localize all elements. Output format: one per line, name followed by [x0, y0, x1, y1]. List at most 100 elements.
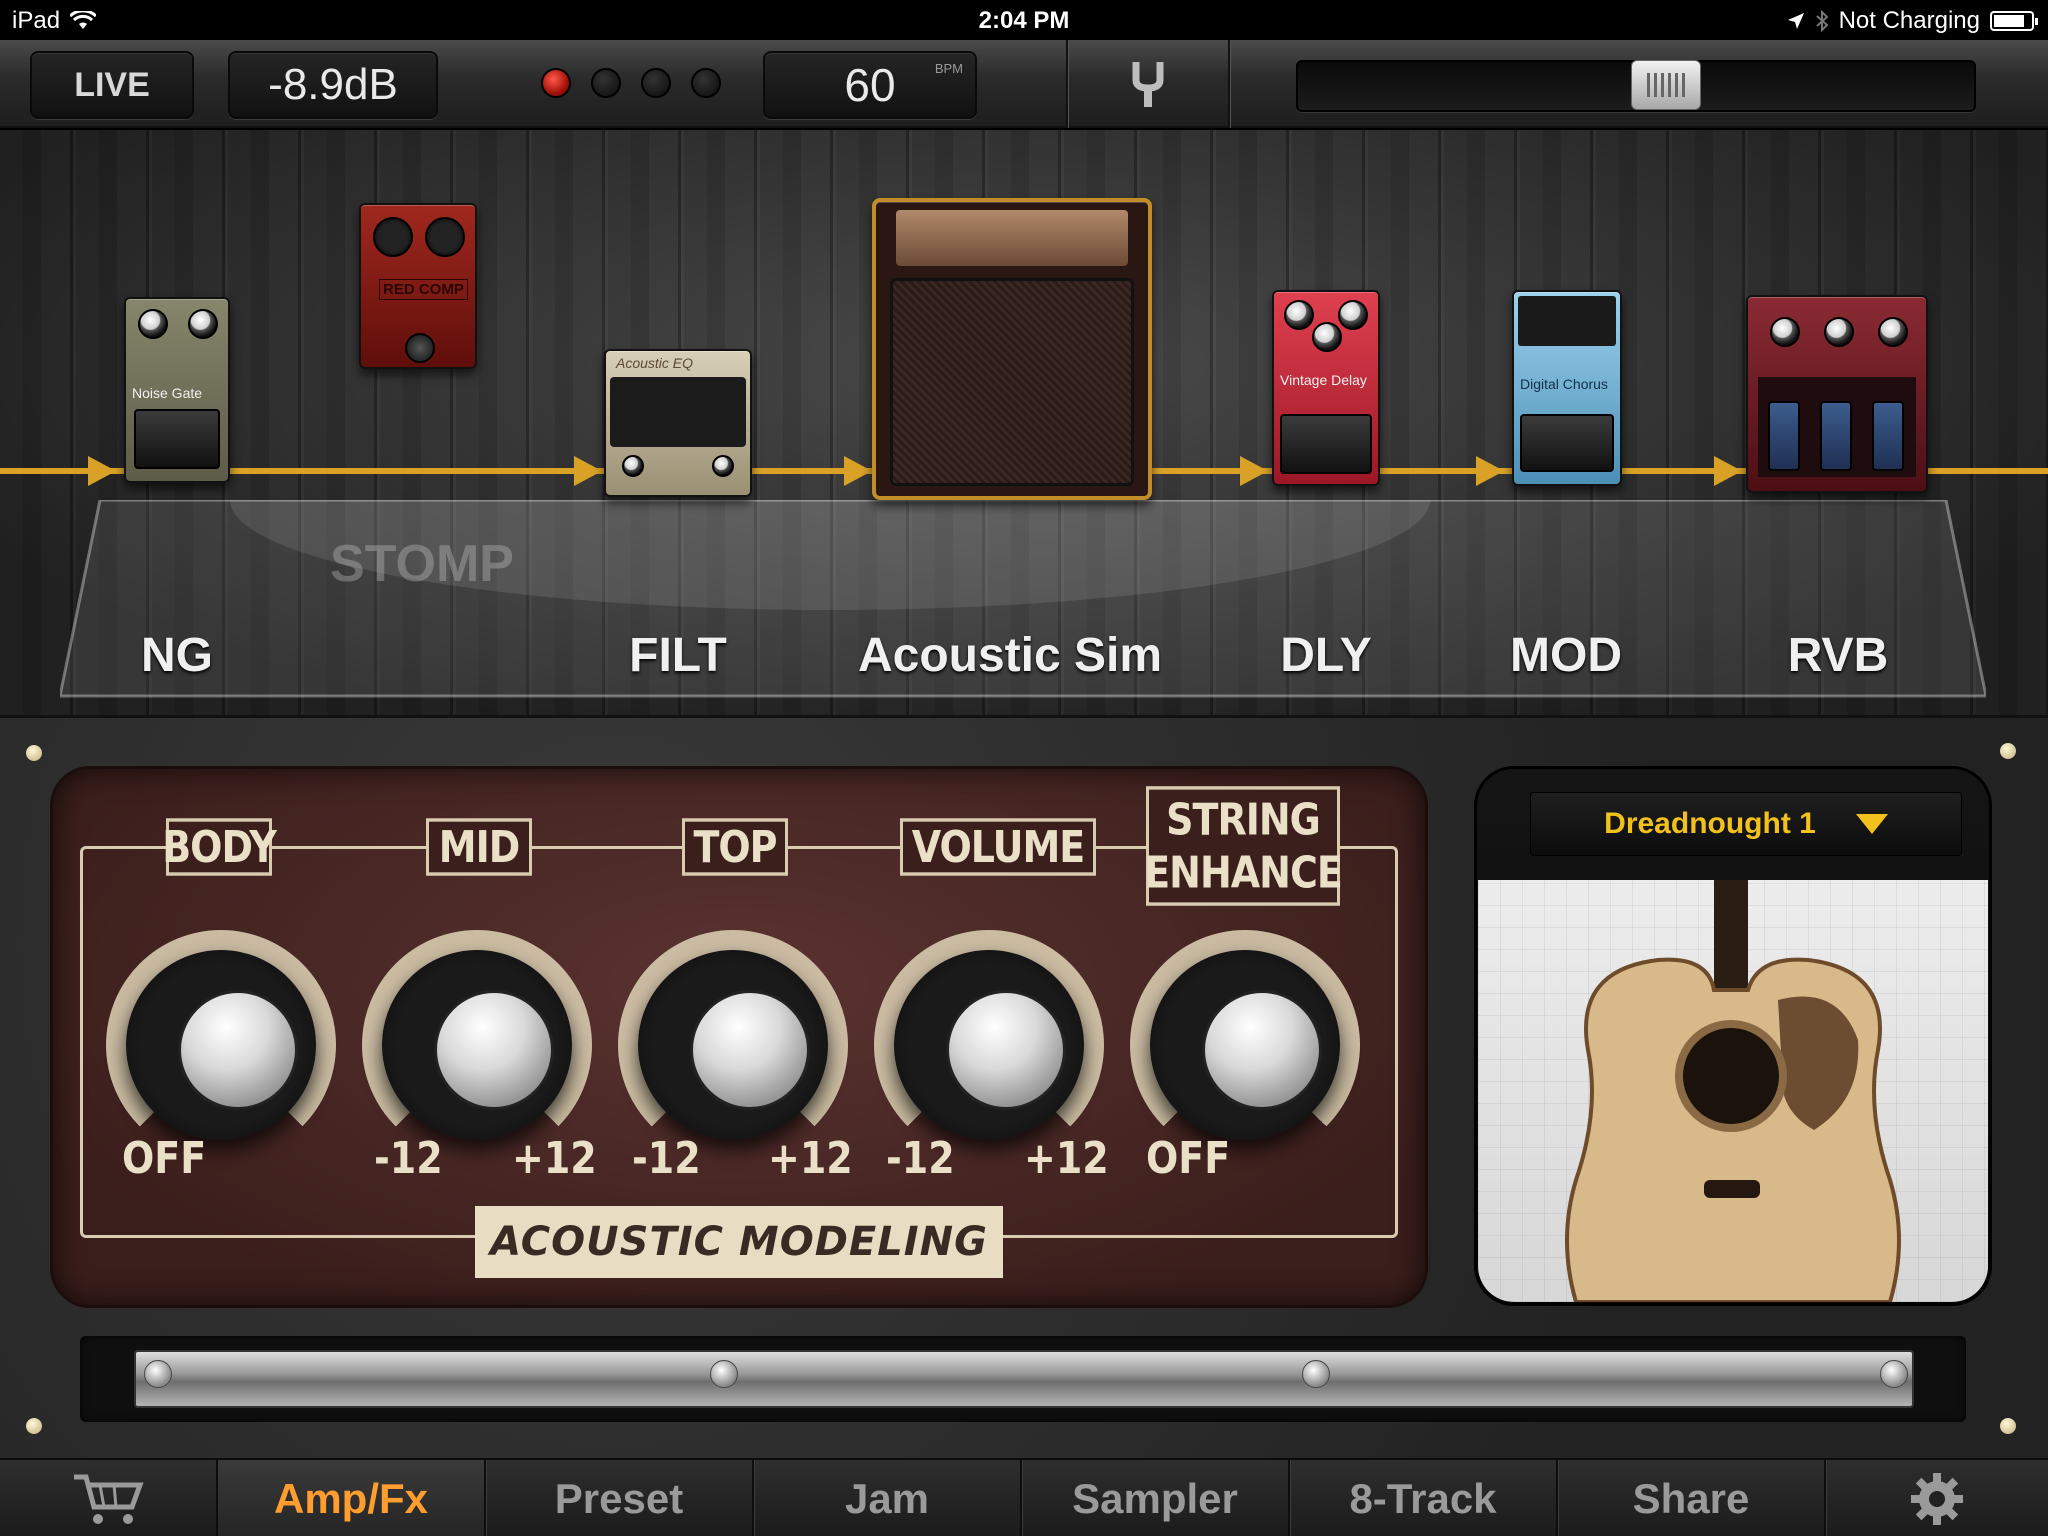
acoustic-sim-amp[interactable] [872, 198, 1152, 500]
reverb-pedal[interactable] [1746, 295, 1928, 493]
pedal-knob [1824, 317, 1854, 347]
compressor-pedal[interactable]: RED COMP [359, 203, 477, 369]
bpm-value: 60 [844, 59, 896, 111]
record-led[interactable] [691, 68, 721, 98]
footswitch [1820, 401, 1852, 471]
record-led[interactable] [641, 68, 671, 98]
tab-shop[interactable] [0, 1460, 218, 1536]
bpm-button[interactable]: 60 BPM [763, 51, 977, 119]
knob-body [638, 950, 828, 1140]
input-level-display[interactable]: -8.9dB [228, 51, 438, 119]
top-min-label: -12 [632, 1132, 701, 1184]
knob-body [1150, 950, 1340, 1140]
footswitch [1280, 414, 1372, 474]
footswitch [1520, 414, 1614, 472]
pedal-name: Vintage Delay [1280, 372, 1367, 388]
mid-knob[interactable] [362, 930, 592, 1160]
vintage-delay-pedal[interactable]: Vintage Delay [1272, 290, 1380, 486]
cart-icon [74, 1474, 144, 1524]
tab-preset[interactable]: Preset [486, 1460, 754, 1536]
stomp-slot-ghost[interactable]: STOMP [330, 534, 514, 594]
charging-status: Not Charging [1838, 7, 1980, 34]
gear-icon [1911, 1473, 1963, 1525]
pedal-knob [1312, 322, 1342, 352]
knob-cap [434, 990, 554, 1110]
volume-max-label: +12 [1024, 1132, 1109, 1184]
pedal-knob [1338, 300, 1368, 330]
body-knob[interactable] [106, 930, 336, 1160]
knob-cap [690, 990, 810, 1110]
tab-sampler[interactable]: Sampler [1022, 1460, 1290, 1536]
eq-control-panel [610, 377, 746, 447]
rail-screw [1880, 1360, 1908, 1388]
dropdown-arrow-icon [1855, 814, 1888, 834]
bpm-unit: BPM [934, 61, 963, 76]
control-label-top: TOP [682, 818, 788, 876]
control-label-line: ENHANCE [1144, 847, 1343, 898]
rail-screw [710, 1360, 738, 1388]
live-button[interactable]: LIVE [30, 51, 194, 119]
control-label-string-enhance: STRING ENHANCE [1144, 786, 1343, 906]
tab-settings[interactable] [1826, 1460, 2048, 1536]
tab-8-track[interactable]: 8-Track [1290, 1460, 1558, 1536]
string-enhance-min-label: OFF [1146, 1132, 1231, 1184]
signal-arrow [574, 456, 602, 486]
pedal-knob [373, 217, 413, 257]
knob-body [382, 950, 572, 1140]
signal-arrow [844, 456, 872, 486]
tuner-button[interactable] [1090, 55, 1206, 113]
pedal-name: RED COMP [379, 279, 468, 300]
pedal-name: Digital Chorus [1520, 376, 1608, 392]
footswitch [405, 333, 435, 363]
brand-plate: ACOUSTIC MODELING [475, 1206, 1003, 1278]
tab-share[interactable]: Share [1558, 1460, 1826, 1536]
signal-arrow [1240, 456, 1268, 486]
string-enhance-knob[interactable] [1130, 930, 1360, 1160]
rail-screw [1302, 1360, 1330, 1388]
panel-screw [26, 745, 42, 761]
pedal-knob [188, 309, 218, 339]
signal-arrow [1714, 456, 1742, 486]
chain-label-mod[interactable]: MOD [1510, 628, 1622, 683]
knob-body [894, 950, 1084, 1140]
top-knob[interactable] [618, 930, 848, 1160]
chain-label-filt[interactable]: FILT [629, 628, 727, 683]
clock: 2:04 PM [978, 7, 1070, 34]
status-bar: iPad 2:04 PM Not Charging [0, 0, 2048, 40]
pedal-name: Noise Gate [132, 385, 203, 401]
pedal-knob [712, 455, 734, 477]
mid-max-label: +12 [512, 1132, 597, 1184]
battery-icon [1990, 11, 2038, 31]
pedal-knob [1878, 317, 1908, 347]
top-max-label: +12 [768, 1132, 853, 1184]
control-label-body: BODY [162, 818, 277, 876]
chain-label-rvb[interactable]: RVB [1788, 628, 1888, 683]
master-volume-thumb[interactable] [1630, 60, 1701, 110]
acoustic-eq-pedal[interactable]: Acoustic EQ [604, 349, 752, 497]
footswitch [134, 409, 220, 469]
body-min-label: OFF [122, 1132, 207, 1184]
location-icon [1787, 13, 1804, 29]
panel-screw [26, 1418, 42, 1434]
pedal-knob [1284, 300, 1314, 330]
pedal-knob [622, 455, 644, 477]
chain-label-dly[interactable]: DLY [1280, 628, 1372, 683]
tab-amp-fx[interactable]: Amp/Fx [218, 1460, 486, 1536]
pedal-knob [138, 309, 168, 339]
rail-screw [144, 1360, 172, 1388]
noise-gate-pedal[interactable]: Noise Gate [124, 297, 230, 483]
record-led[interactable] [541, 68, 571, 98]
digital-chorus-pedal[interactable]: Digital Chorus [1512, 290, 1622, 486]
volume-knob[interactable] [874, 930, 1104, 1160]
guitar-model-label: Dreadnought 1 [1604, 807, 1816, 840]
record-led[interactable] [591, 68, 621, 98]
amp-head [896, 210, 1128, 266]
signal-arrow [88, 456, 116, 486]
bottom-tab-bar: Amp/Fx Preset Jam Sampler 8-Track Share [0, 1458, 2048, 1536]
chain-label-ng[interactable]: NG [141, 628, 213, 683]
tab-jam[interactable]: Jam [754, 1460, 1022, 1536]
guitar-model-dropdown[interactable]: Dreadnought 1 [1530, 792, 1962, 856]
chain-label-amp[interactable]: Acoustic Sim [858, 628, 1162, 683]
panel-screw [2000, 1418, 2016, 1434]
footswitch [1768, 401, 1800, 471]
